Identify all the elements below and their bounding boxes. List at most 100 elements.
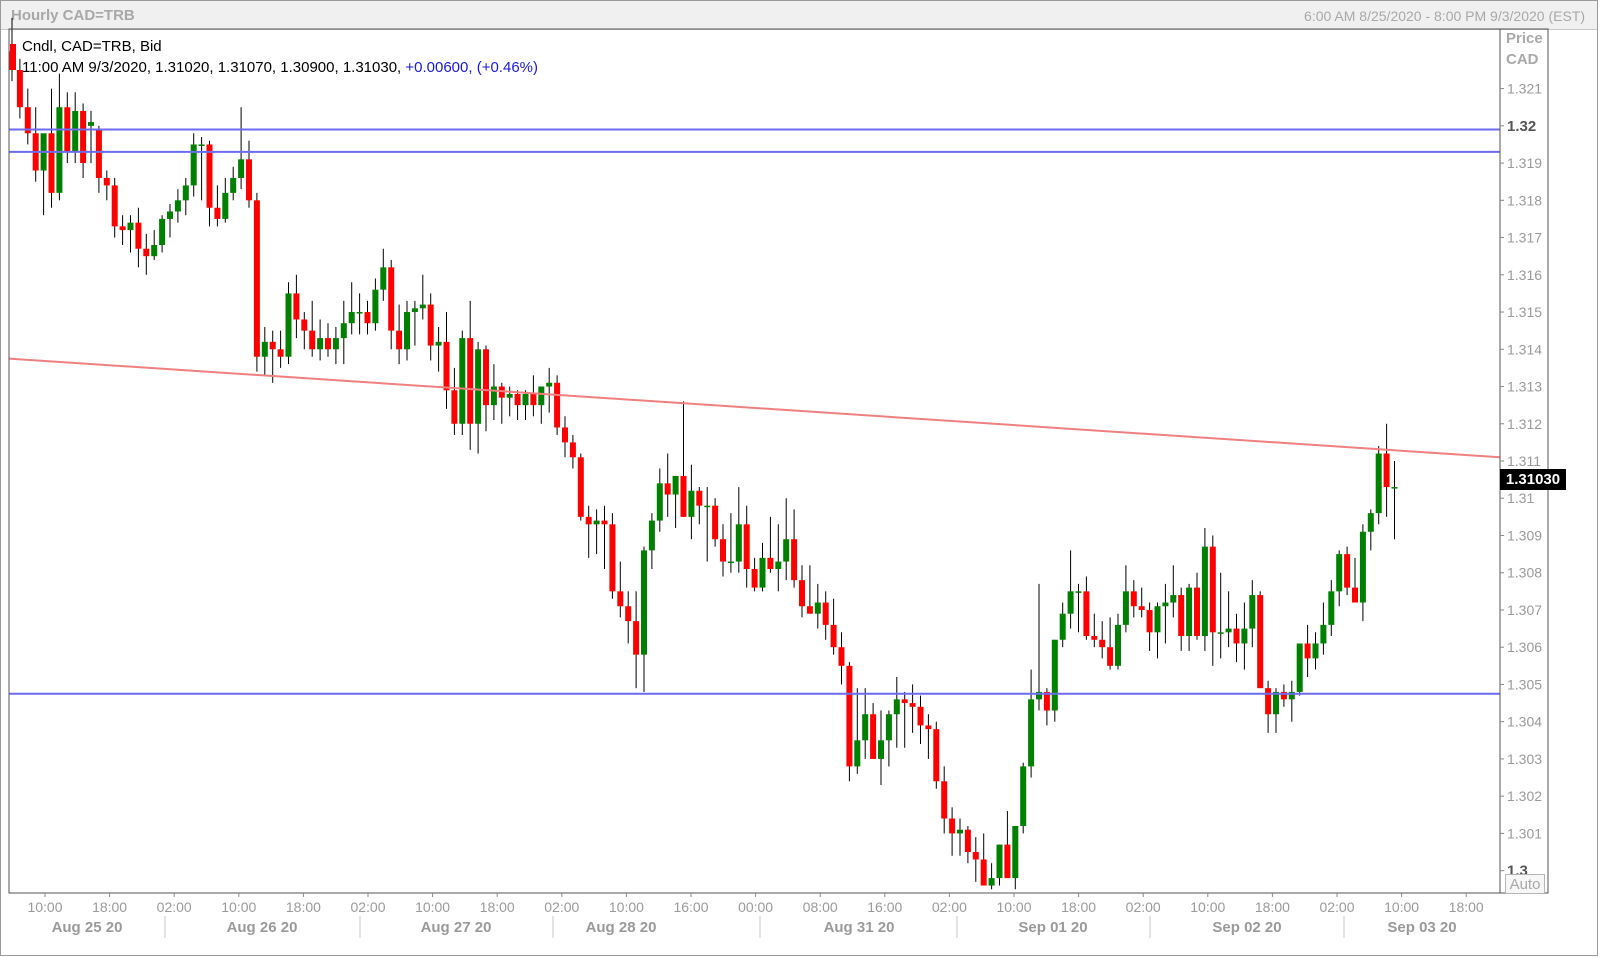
candle <box>490 364 497 421</box>
candle-body-up <box>127 222 134 231</box>
candle-body-up <box>641 550 647 655</box>
candle-body-up <box>332 338 339 350</box>
candle-body-down <box>143 248 150 257</box>
candle-body-up <box>372 289 379 324</box>
candle-body-down <box>720 539 726 562</box>
candle-body-up <box>957 829 963 834</box>
candle <box>806 565 813 614</box>
candle-body-down <box>95 129 102 178</box>
candle <box>712 498 719 547</box>
candle <box>617 561 624 618</box>
candle <box>88 110 94 164</box>
candle-body-up <box>1336 554 1343 592</box>
candle-body-up <box>356 312 363 314</box>
candle-body-up <box>862 714 869 741</box>
candle <box>1296 643 1303 696</box>
candle-body-down <box>767 557 774 569</box>
candle <box>1075 583 1082 633</box>
candle-body-down <box>601 520 608 525</box>
candle <box>901 691 908 748</box>
candle <box>1383 423 1390 517</box>
legend-ohlc: 11:00 AM 9/3/2020, 1.31020, 1.31070, 1.3… <box>22 59 402 76</box>
candle-body-up <box>1296 643 1303 692</box>
candle-body-down <box>1107 647 1114 666</box>
candle <box>554 375 561 435</box>
candle-body-up <box>538 386 545 406</box>
candle <box>949 807 956 856</box>
candle <box>182 177 189 216</box>
candle-body-down <box>1099 639 1106 648</box>
candle <box>404 300 410 361</box>
price-tick-label: 1.301 <box>1507 825 1542 841</box>
candle-body-down <box>609 524 616 592</box>
candle-body-down <box>1265 688 1272 715</box>
candle-body-down <box>751 569 758 588</box>
candle <box>372 278 379 331</box>
candle-body-down <box>980 859 987 886</box>
candle-body-down <box>617 591 624 607</box>
candle-body-up <box>814 602 821 614</box>
candle <box>1154 602 1161 659</box>
candle-body-up <box>1359 531 1366 603</box>
candle-body-up <box>648 520 655 551</box>
candle <box>309 300 316 357</box>
candle <box>301 312 308 350</box>
trendline[interactable] <box>8 357 1501 459</box>
candle-body-up <box>1020 766 1027 826</box>
candle-body-down <box>396 330 403 350</box>
candle-body-up <box>1273 691 1279 715</box>
candlestick-chart[interactable]: Price CAD 1.31.3011.3021.3031.3041.3051.… <box>0 0 1600 958</box>
candle-body-down <box>569 442 576 458</box>
candle <box>467 300 474 450</box>
date-label: Aug 25 20 <box>52 919 123 936</box>
price-tick-label: 1.311 <box>1507 453 1541 469</box>
candle-body-up <box>222 192 229 219</box>
candle-body-up <box>1186 587 1193 637</box>
time-tick-label: 10:00 <box>27 899 62 915</box>
candle <box>672 475 679 529</box>
candle <box>325 323 331 357</box>
candle-body-up <box>775 561 782 569</box>
candle <box>143 233 150 275</box>
candle <box>609 513 616 599</box>
candle-body-up <box>475 349 482 424</box>
candle-body-down <box>103 177 110 186</box>
candle <box>759 542 766 592</box>
candle <box>957 818 963 856</box>
candle-body-down <box>806 606 813 614</box>
candle <box>277 330 284 368</box>
candle-body-down <box>712 505 719 540</box>
candle-body-up <box>759 557 766 588</box>
candle <box>680 401 687 517</box>
candle-body-down <box>253 200 260 357</box>
candle-body-up <box>1115 624 1121 666</box>
candle-body-up <box>593 520 600 525</box>
candle-body-up <box>190 144 197 186</box>
candle-body-down <box>791 539 798 581</box>
candle-body-down <box>1209 546 1216 633</box>
candle-body-down <box>325 338 331 350</box>
candle <box>641 546 647 692</box>
candle <box>293 274 300 339</box>
candle <box>664 453 671 517</box>
candle <box>1391 461 1398 540</box>
candle <box>917 695 924 745</box>
auto-scale-button[interactable]: Auto <box>1505 874 1545 894</box>
candle <box>388 259 395 350</box>
candle <box>909 684 916 733</box>
candle-body-up <box>522 393 529 406</box>
candle-body-down <box>1352 587 1358 603</box>
candle-body-up <box>174 200 181 212</box>
candle <box>1304 624 1311 677</box>
candle <box>696 487 703 525</box>
time-tick-label: 10:00 <box>996 899 1031 915</box>
price-tick-label: 1.305 <box>1507 676 1542 692</box>
time-tick-label: 02:00 <box>1319 899 1354 915</box>
date-label: Sep 02 20 <box>1212 919 1281 936</box>
candle-body-down <box>633 621 640 655</box>
candle-body-up <box>672 475 679 495</box>
candle-body-down <box>799 580 805 607</box>
candle-body-up <box>1391 487 1398 489</box>
candle <box>933 721 940 789</box>
candle-body-down <box>1344 554 1351 588</box>
